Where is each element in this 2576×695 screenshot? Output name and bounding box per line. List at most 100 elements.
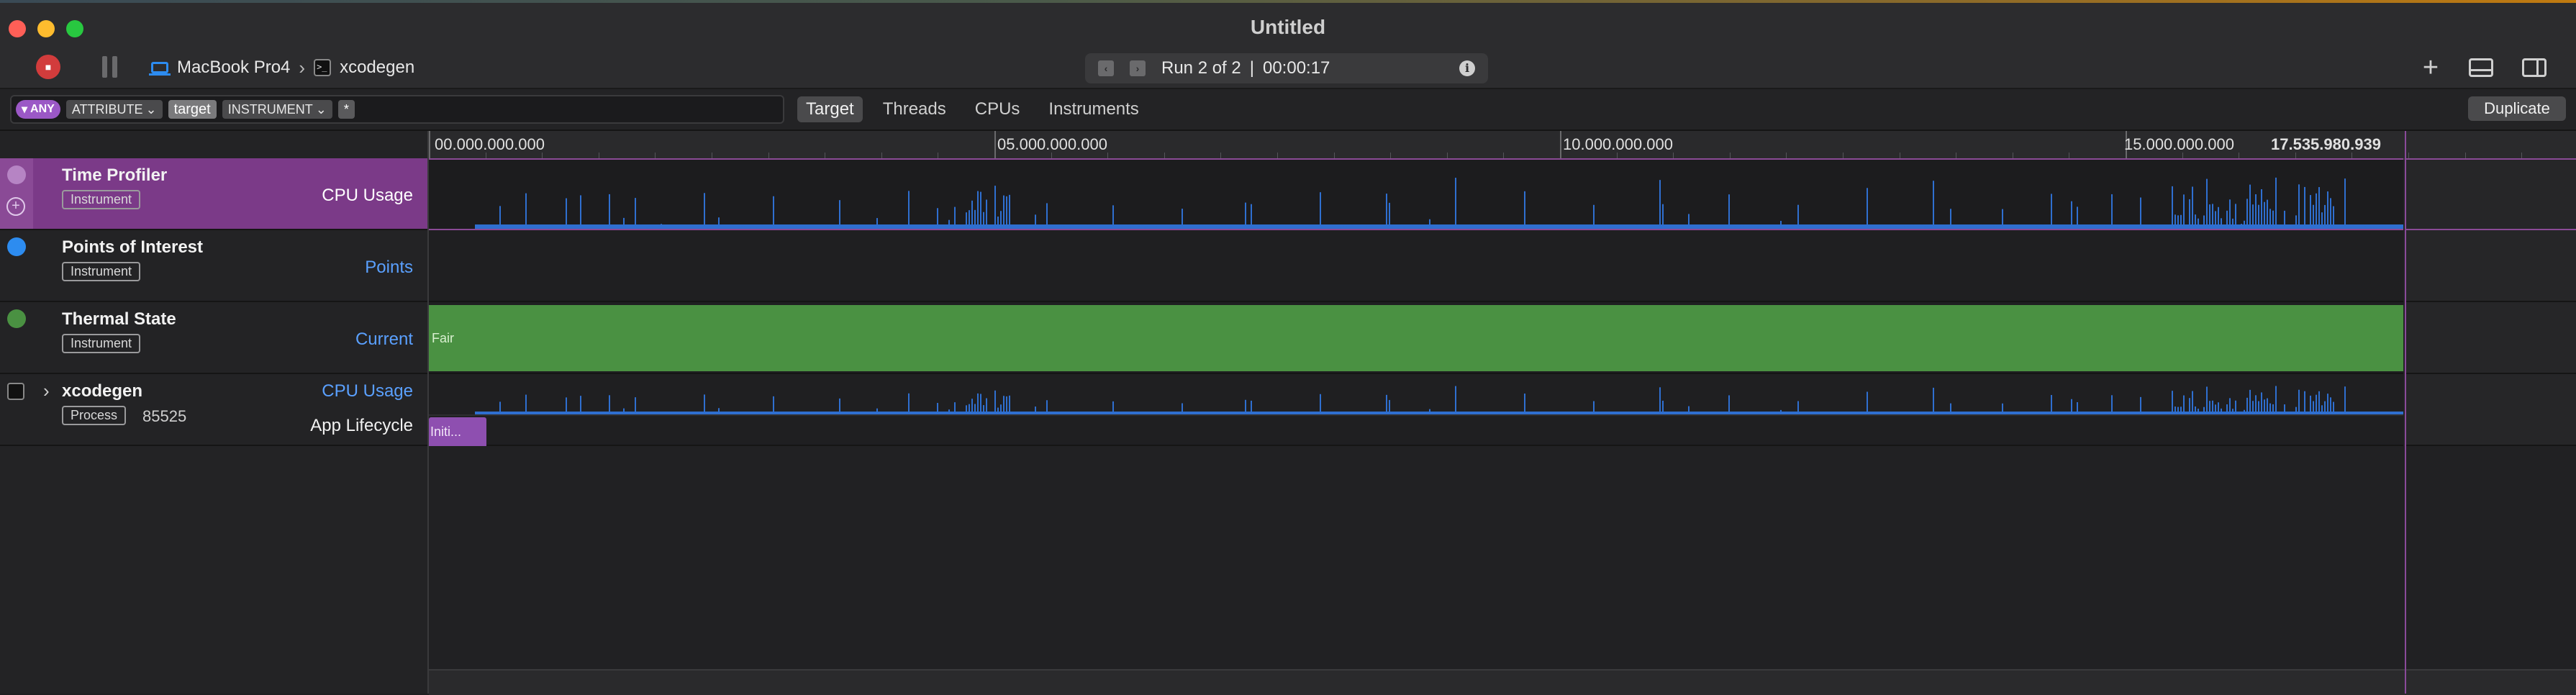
cpu-sample-bar xyxy=(1141,225,1143,229)
cpu-sample-bar xyxy=(810,228,812,229)
filter-target-token[interactable]: target xyxy=(168,100,217,119)
cpu-sample-bar xyxy=(1187,227,1189,229)
cpu-sample-bar xyxy=(1913,224,1914,229)
disclosure-chevron-icon[interactable]: › xyxy=(43,380,50,402)
cpu-sample-bar xyxy=(1000,404,1002,414)
track-time-profiler[interactable]: + Time Profiler Instrument CPU Usage xyxy=(0,158,427,230)
cpu-sample-bar xyxy=(2252,401,2254,414)
toggle-inspector-button[interactable] xyxy=(2520,53,2549,82)
next-run-button[interactable]: › xyxy=(1130,60,1146,76)
cpu-sample-bar xyxy=(2077,206,2078,229)
plus-icon: + xyxy=(2422,52,2439,83)
cpu-sample-bar xyxy=(692,226,694,229)
add-instrument-button[interactable]: + xyxy=(2416,52,2445,83)
cpu-sample-bar xyxy=(1357,225,1359,229)
cpu-sample-bar xyxy=(1662,204,1664,229)
lane-empty-region xyxy=(2405,158,2576,230)
tab-instruments[interactable]: Instruments xyxy=(1040,96,1147,122)
timeline-ruler[interactable]: 00.000.000.000 05.000.000.000 10.000.000… xyxy=(429,131,2576,160)
cpu-sample-bar xyxy=(902,228,904,229)
track-points-of-interest[interactable]: Points of Interest Instrument Points xyxy=(0,230,427,302)
lane-thermal-state[interactable]: Fair xyxy=(429,302,2403,374)
duplicate-button[interactable]: Duplicate xyxy=(2468,96,2566,121)
target-breadcrumb[interactable]: MacBook Pro4 › >_ xcodegen xyxy=(149,53,414,82)
cpu-sample-bar xyxy=(1628,224,1629,229)
cpu-sample-bar xyxy=(1780,220,1782,229)
cpu-sample-bar xyxy=(738,227,740,229)
track-process-xcodegen[interactable]: › xcodegen Process 85525 CPU Usage App L… xyxy=(0,374,427,446)
cpu-sample-bar xyxy=(1829,227,1831,229)
device-name: MacBook Pro4 xyxy=(177,58,291,77)
tab-cpus[interactable]: CPUs xyxy=(966,96,1029,122)
cpu-sample-bar xyxy=(1058,225,1059,229)
cpu-sample-bar xyxy=(1248,226,1249,229)
ruler-minor-tick xyxy=(1786,153,1787,158)
tab-threads[interactable]: Threads xyxy=(874,96,955,122)
cpu-sample-bar xyxy=(2008,227,2009,229)
cpu-sample-bar xyxy=(1061,226,1062,229)
cpu-sample-bar xyxy=(1659,387,1661,414)
cpu-sample-bar xyxy=(1314,228,1315,229)
cpu-sample-bar xyxy=(1271,225,1272,229)
lane-empty-region xyxy=(2405,230,2576,302)
cpu-sample-bar xyxy=(1478,228,1479,229)
track-name: Points of Interest xyxy=(62,237,204,257)
cpu-sample-bar xyxy=(528,226,530,229)
cpu-sample-bar xyxy=(1705,226,1707,229)
track-thermal-state[interactable]: Thermal State Instrument Current xyxy=(0,302,427,374)
horizontal-scrollbar[interactable] xyxy=(429,669,2576,695)
ruler-minor-tick xyxy=(1220,153,1221,158)
cpu-sample-bar xyxy=(1639,227,1641,229)
cpu-sample-bar xyxy=(2039,225,2041,229)
cpu-sample-bar xyxy=(1933,387,1934,414)
cpu-sample-bar xyxy=(591,227,593,229)
previous-run-button[interactable]: ‹ xyxy=(1098,60,1114,76)
filter-any-token[interactable]: ▾ ANY xyxy=(16,100,60,119)
cpu-sample-bar xyxy=(1593,401,1595,414)
cpu-sample-bar xyxy=(1363,228,1364,229)
cpu-sample-bar xyxy=(1472,225,1474,229)
cpu-sample-bar xyxy=(971,200,973,229)
cpu-sample-bar xyxy=(2347,228,2349,229)
cpu-sample-bar xyxy=(2359,226,2360,229)
cpu-sample-bar xyxy=(845,227,846,229)
cpu-sample-bar xyxy=(1383,225,1384,229)
filter-wildcard-token[interactable]: * xyxy=(337,100,355,119)
lane-time-profiler[interactable] xyxy=(429,158,2403,230)
cpu-sample-bar xyxy=(646,227,648,229)
cpu-sample-bar xyxy=(2333,401,2334,414)
cpu-sample-bar xyxy=(2327,394,2328,414)
info-icon[interactable]: i xyxy=(1459,60,1475,76)
cpu-sample-bar xyxy=(2177,215,2179,229)
cpu-sample-bar xyxy=(643,227,645,229)
cpu-sample-bar xyxy=(1797,204,1799,229)
cpu-sample-bar xyxy=(479,225,481,229)
window-title: Untitled xyxy=(1250,16,1326,38)
cpu-sample-bar xyxy=(1469,227,1471,229)
cpu-sample-bar xyxy=(833,228,835,229)
cpu-sample-bar xyxy=(1570,225,1572,229)
pause-button[interactable] xyxy=(102,56,118,78)
cpu-sample-bar xyxy=(638,227,639,229)
cpu-sample-bar xyxy=(707,227,708,229)
add-track-icon[interactable]: + xyxy=(6,197,25,216)
cpu-sample-bar xyxy=(1337,228,1338,229)
filter-instrument-label: INSTRUMENT xyxy=(227,101,313,117)
cpu-sample-bar xyxy=(2160,227,2162,229)
inspection-head[interactable] xyxy=(2405,131,2406,694)
cpu-sample-bar xyxy=(1688,214,1690,229)
tab-target[interactable]: Target xyxy=(797,96,863,122)
lifecycle-segment[interactable]: Initi... xyxy=(429,417,486,449)
toggle-detail-pane-button[interactable] xyxy=(2467,53,2495,82)
filter-instrument-token[interactable]: INSTRUMENT ⌄ xyxy=(222,100,332,119)
lane-process-xcodegen[interactable]: Initi... xyxy=(429,374,2403,449)
record-button[interactable]: ■ xyxy=(36,55,60,79)
track-filter-field[interactable]: ▾ ANY ATTRIBUTE ⌄ target INSTRUMENT ⌄ * xyxy=(10,95,784,124)
cpu-sample-bar xyxy=(1374,225,1376,229)
cpu-sample-bar xyxy=(2100,227,2101,229)
cpu-sample-bar xyxy=(1317,228,1318,229)
cpu-sample-bar xyxy=(1999,227,2000,229)
lane-points-of-interest[interactable] xyxy=(429,230,2403,302)
cpu-sample-bar xyxy=(2252,204,2254,229)
filter-attribute-token[interactable]: ATTRIBUTE ⌄ xyxy=(65,100,163,119)
